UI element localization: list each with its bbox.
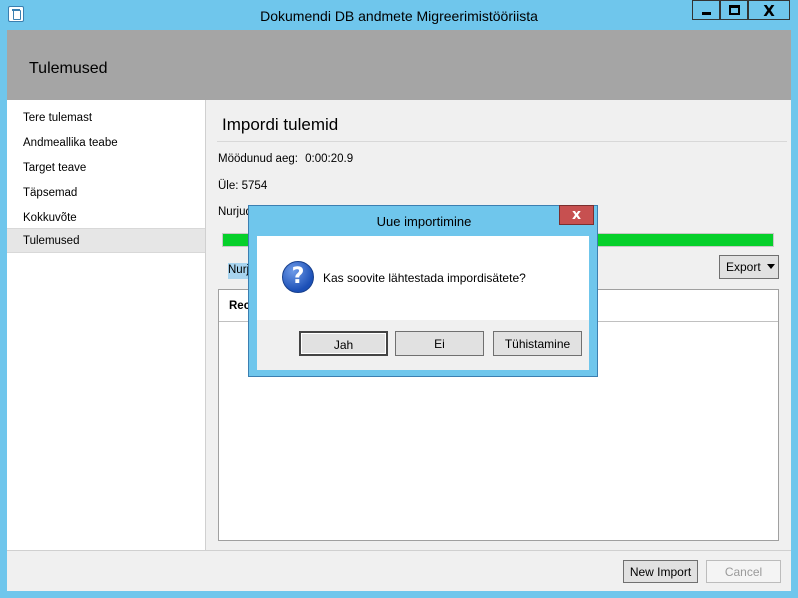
dialog-cancel-button[interactable]: Tühistamine bbox=[493, 331, 582, 356]
sidebar-item-welcome[interactable]: Tere tulemast bbox=[7, 106, 205, 131]
window-title: Dokumendi DB andmete Migreerimistööriist… bbox=[260, 8, 538, 24]
close-button[interactable]: X bbox=[748, 0, 790, 20]
dialog-button-bar: Jah Ei Tühistamine bbox=[257, 320, 589, 370]
new-import-dialog: Uue importimine x ? Kas soovite lähtesta… bbox=[248, 205, 598, 377]
close-icon: X bbox=[763, 2, 775, 20]
maximize-button[interactable] bbox=[720, 0, 748, 20]
sidebar-item-advanced[interactable]: Täpsemad bbox=[7, 181, 205, 206]
yes-button[interactable]: Jah bbox=[299, 331, 388, 356]
wizard-sidebar: Tere tulemast Andmeallika teabe Target t… bbox=[7, 100, 206, 550]
sidebar-item-source-info[interactable]: Andmeallika teabe bbox=[7, 131, 205, 156]
export-button[interactable]: Export bbox=[719, 255, 779, 279]
cancel-button[interactable]: Cancel bbox=[706, 560, 781, 583]
export-label: Export bbox=[726, 260, 761, 274]
header-band: Tulemused bbox=[7, 30, 791, 100]
minimize-icon bbox=[702, 12, 711, 15]
dropdown-arrow-icon bbox=[767, 264, 775, 269]
minimize-button[interactable] bbox=[692, 0, 720, 20]
elapsed-label: Möödunud aeg: bbox=[218, 153, 298, 165]
maximize-icon bbox=[729, 5, 740, 15]
title-bar[interactable]: Dokumendi DB andmete Migreerimistööriist… bbox=[0, 0, 798, 30]
section-title: Impordi tulemid bbox=[222, 115, 339, 134]
question-icon: ? bbox=[282, 261, 314, 293]
dialog-body: ? Kas soovite lähtestada impordisätete? … bbox=[257, 236, 589, 370]
footer-bar: New Import Cancel bbox=[7, 550, 791, 591]
transferred-count: Üle: 5754 bbox=[218, 180, 268, 192]
dialog-close-button[interactable]: x bbox=[559, 205, 594, 225]
no-button[interactable]: Ei bbox=[395, 331, 484, 356]
page-header-title: Tulemused bbox=[29, 60, 108, 77]
dialog-title: Uue importimine bbox=[376, 214, 472, 229]
dialog-message: Kas soovite lähtestada impordisätete? bbox=[323, 271, 526, 285]
elapsed-time: Möödunud aeg: 0:00:20.9 bbox=[218, 153, 353, 165]
title-divider bbox=[217, 141, 787, 142]
elapsed-value: 0:00:20.9 bbox=[305, 153, 354, 165]
sidebar-item-results[interactable]: Tulemused bbox=[7, 228, 205, 253]
sidebar-item-target-info[interactable]: Target teave bbox=[7, 156, 205, 181]
close-icon: x bbox=[571, 207, 582, 223]
new-import-button[interactable]: New Import bbox=[623, 560, 698, 583]
